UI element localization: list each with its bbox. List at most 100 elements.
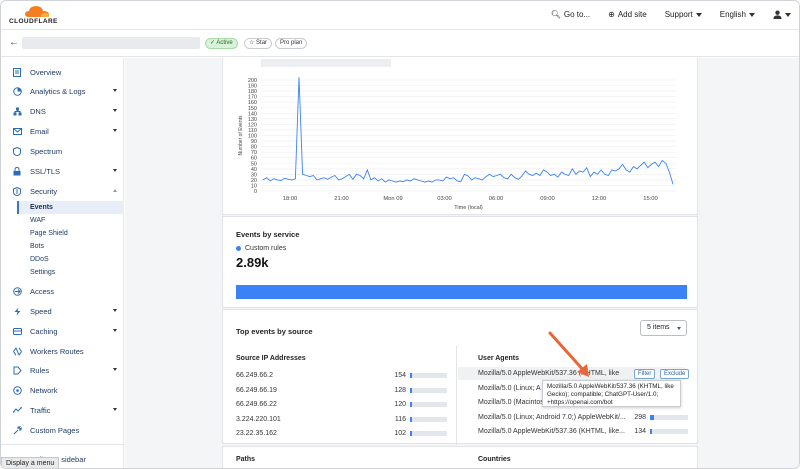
sidebar-subitem-waf[interactable]: WAF [17, 214, 124, 227]
sidebar-subitem-events[interactable]: Events [17, 201, 124, 214]
language-label: English [719, 10, 746, 19]
sidebar-item-access[interactable]: Access [1, 282, 124, 300]
sidebar-subitem-settings[interactable]: Settings [17, 266, 124, 279]
add-site-label: Add site [617, 10, 647, 19]
sidebar-item-email[interactable]: Email [1, 122, 124, 140]
y-tick-label: 40 [251, 167, 257, 173]
top-actions: 🔍︎ Go to... ⊕ Add site Support English [533, 10, 791, 19]
sidebar-item-label: Bots [30, 243, 45, 250]
x-tick-label: 21:00 [334, 196, 349, 202]
chevron-down-icon [749, 12, 755, 17]
sidebar-subitem-ddos[interactable]: DDoS [17, 253, 124, 266]
y-tick-label: 50 [251, 161, 257, 167]
sidebar-item-security[interactable]: Security [1, 182, 124, 200]
user-agent-row[interactable]: Mozilla/5.0 (Linux; Android 7.0;) AppleW… [478, 411, 688, 424]
goto-button[interactable]: 🔍︎ Go to... [551, 10, 590, 19]
sidebar-item-rules[interactable]: Rules [1, 361, 124, 379]
legend-dot-icon [236, 246, 241, 251]
items-select-value: 5 items [647, 324, 670, 331]
cloud-icon [25, 6, 49, 17]
wrench-icon [12, 425, 22, 435]
items-select[interactable]: 5 items [640, 320, 687, 336]
paths-header: Paths [236, 456, 256, 463]
chevron-down-icon [113, 329, 117, 332]
back-arrow-icon[interactable]: ← [9, 37, 19, 48]
caching-icon [12, 326, 22, 336]
support-menu[interactable]: Support [665, 10, 702, 19]
plan-badge[interactable]: Pro plan [275, 38, 308, 49]
ip-count: 154 [394, 372, 406, 379]
sidebar-item-caching[interactable]: Caching [1, 322, 124, 340]
language-menu[interactable]: English [720, 10, 755, 19]
ip-address: 66.249.66.22 [236, 401, 277, 408]
ip-address: 23.22.35.162 [236, 430, 277, 437]
sidebar-item-label: DNS [30, 106, 46, 116]
lock-icon [12, 166, 22, 176]
x-tick-label: Mon 09 [383, 196, 402, 202]
user-agent-bar-fill [650, 429, 652, 434]
legend-label: Custom rules [245, 245, 287, 252]
sidebar-item-network[interactable]: Network [1, 381, 124, 399]
user-menu[interactable] [773, 10, 791, 19]
sidebar-item-custom-pages[interactable]: Custom Pages [1, 421, 124, 439]
plus-circle-icon: ⊕ [608, 10, 615, 19]
access-icon [12, 286, 22, 296]
user-agent-row[interactable]: Mozilla/5.0 AppleWebKit/537.36 (KHTML, l… [478, 425, 688, 438]
chevron-down-icon [677, 327, 681, 330]
user-agent-tooltip: Mozilla/5.0 AppleWebKit/537.36 (KHTML, l… [542, 380, 681, 407]
sidebar-item-overview[interactable]: Overview [1, 63, 124, 81]
y-tick-label: 20 [251, 178, 257, 184]
filter-button[interactable]: Filter [634, 369, 656, 379]
sidebar-item-label: SSL/TLS [30, 166, 61, 176]
ip-row[interactable]: 66.249.66.2 154 [236, 369, 448, 382]
events-line-chart: 0102030405060708090100110120130140150160… [238, 77, 676, 211]
sidebar-item-speed[interactable]: Speed [1, 302, 124, 320]
ip-row[interactable]: 66.249.66.19 128 [236, 384, 448, 397]
sidebar-item-label: Access [30, 286, 55, 296]
analytics-icon [12, 86, 22, 96]
y-tick-label: 130 [248, 117, 257, 123]
service-bar[interactable] [236, 285, 687, 299]
user-agents-header: User Agents [478, 355, 519, 362]
paths-countries-card: Paths Countries [222, 446, 698, 468]
status-label: Active [216, 40, 233, 46]
star-button[interactable]: ☆ Star [244, 38, 273, 49]
user-agent-text: Mozilla/5.0 (Macintos [478, 399, 544, 406]
user-agent-text: Mozilla/5.0 AppleWebKit/537.36 (KHTML, l… [478, 428, 625, 435]
ip-row[interactable]: 3.224.220.101 116 [236, 413, 448, 426]
sidebar-item-label: Email [30, 126, 49, 136]
speed-icon [12, 306, 22, 316]
y-tick-label: 70 [251, 150, 257, 156]
ip-address: 66.249.66.19 [236, 386, 277, 394]
column-divider [456, 346, 457, 445]
y-tick-label: 100 [248, 134, 257, 140]
x-tick-label: 15:00 [643, 196, 658, 202]
exclude-button[interactable]: Exclude [660, 369, 690, 379]
sidebar-item-dns[interactable]: DNS [1, 102, 124, 120]
sidebar-item-traffic[interactable]: Traffic [1, 401, 124, 419]
top-navigation: CLOUDFLARE 🔍︎ Go to... ⊕ Add site Suppor… [1, 1, 799, 30]
cloudflare-logo[interactable]: CLOUDFLARE [9, 5, 65, 27]
document-icon [12, 67, 22, 77]
add-site-button[interactable]: ⊕ Add site [608, 10, 647, 19]
sidebar-item-analytics[interactable]: Analytics & Logs [1, 82, 124, 100]
plan-label: Pro plan [280, 40, 303, 46]
sidebar-item-workers-routes[interactable]: Workers Routes [1, 342, 124, 360]
y-tick-label: 170 [248, 95, 257, 101]
sidebar-subitem-bots[interactable]: Bots [17, 240, 124, 253]
ip-bar [410, 373, 447, 378]
sidebar-item-spectrum[interactable]: Spectrum [1, 142, 124, 160]
user-agent-bar [650, 414, 688, 420]
sidebar-subitem-page-shield[interactable]: Page Shield [17, 227, 124, 240]
service-legend: Custom rules [236, 245, 286, 252]
ip-row[interactable]: 23.22.35.162 102 [236, 427, 448, 440]
user-agent-text: Mozilla/5.0 (Linux; Android 7.0;) AppleW… [478, 413, 626, 421]
user-icon [773, 10, 782, 19]
ip-row[interactable]: 66.249.66.22 120 [236, 398, 448, 411]
sidebar-item-ssl[interactable]: SSL/TLS [1, 162, 124, 180]
chevron-down-icon [113, 129, 117, 132]
y-tick-label: 80 [251, 145, 257, 151]
network-icon [12, 385, 22, 395]
sidebar-item-label: Traffic [30, 405, 51, 415]
annotation-arrow-icon [548, 331, 589, 377]
